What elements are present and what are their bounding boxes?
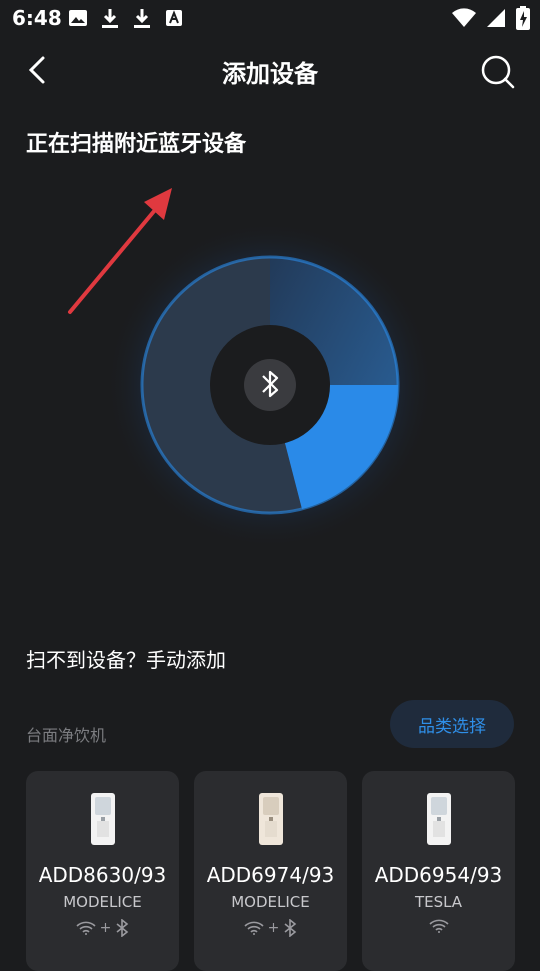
- status-time: 6:48: [12, 6, 62, 30]
- app-notification-icon: [166, 10, 182, 26]
- search-icon[interactable]: [478, 52, 518, 92]
- bluetooth-icon: [284, 919, 297, 937]
- device-brand: TESLA: [414, 893, 463, 911]
- device-model: ADD6974/93: [206, 863, 335, 887]
- water-dispenser-image: [91, 793, 115, 845]
- bluetooth-scan-radar: [105, 220, 435, 550]
- connectivity: [362, 919, 515, 933]
- category-label: 台面净饮机: [26, 726, 107, 745]
- status-bar: 6:48: [0, 0, 540, 36]
- wifi-icon: [244, 921, 264, 935]
- water-dispenser-image: [427, 793, 451, 845]
- wifi-icon: [76, 921, 96, 935]
- device-model: ADD6954/93: [374, 863, 503, 887]
- plus-sign: +: [99, 920, 112, 936]
- wifi-signal-icon: [452, 8, 476, 27]
- connectivity: +: [194, 919, 347, 937]
- plus-sign: +: [267, 920, 280, 936]
- device-card[interactable]: ADD6954/93 TESLA: [362, 771, 515, 971]
- bluetooth-icon: [116, 919, 129, 937]
- page-title: 添加设备: [222, 60, 318, 88]
- manual-add-link[interactable]: 扫不到设备？手动添加: [26, 644, 226, 673]
- download-icon: [102, 9, 118, 28]
- scan-status-title: 正在扫描附近蓝牙设备: [26, 132, 247, 157]
- device-model: ADD8630/93: [38, 863, 167, 887]
- connectivity: +: [26, 919, 179, 937]
- app-header: 添加设备: [0, 40, 540, 100]
- device-card[interactable]: ADD8630/93 MODELICE +: [26, 771, 179, 971]
- device-brand: MODELICE: [231, 893, 310, 911]
- battery-charging-icon: [516, 6, 530, 30]
- device-brand: MODELICE: [63, 893, 142, 911]
- notification-icons: [68, 8, 184, 30]
- water-dispenser-image: [259, 793, 283, 845]
- wifi-icon: [428, 919, 449, 933]
- system-icons: [452, 6, 530, 30]
- image-icon: [69, 10, 87, 26]
- category-select-button[interactable]: 品类选择: [390, 700, 514, 748]
- cell-signal-icon: [487, 9, 505, 27]
- download-icon: [134, 9, 150, 28]
- device-list: ADD8630/93 MODELICE + ADD6974/93 MODELIC…: [26, 771, 515, 971]
- device-card[interactable]: ADD6974/93 MODELICE +: [194, 771, 347, 971]
